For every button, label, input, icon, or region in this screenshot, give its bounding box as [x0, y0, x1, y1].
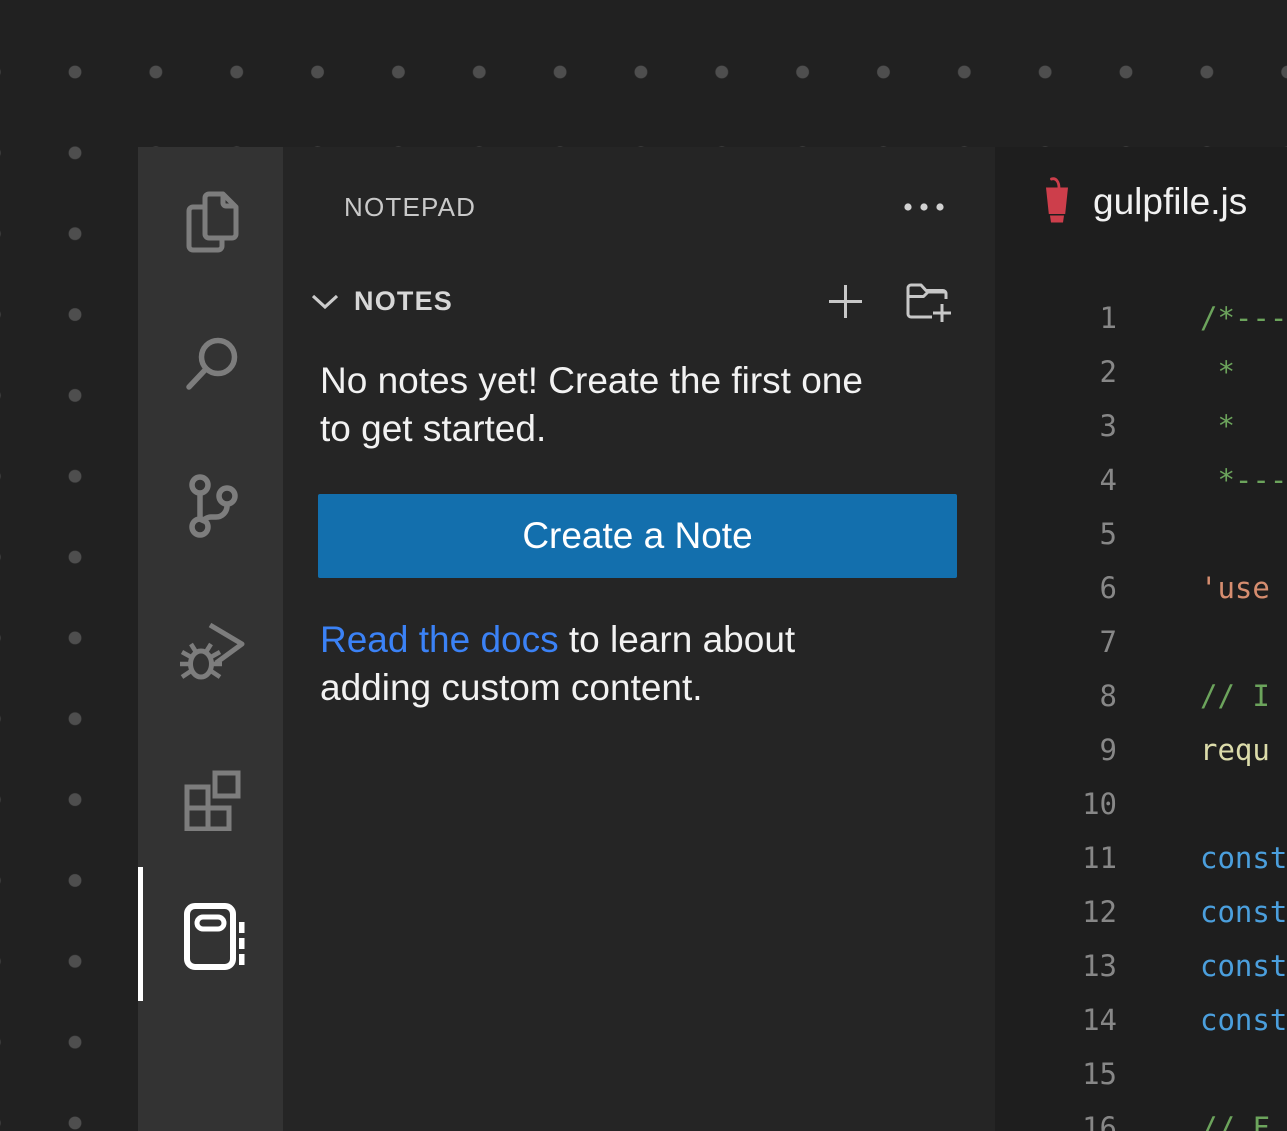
- line-number: 3: [995, 409, 1117, 443]
- line-number: 15: [995, 1057, 1117, 1091]
- code-text: const: [1117, 895, 1287, 929]
- code-text: /*--------: [1117, 301, 1287, 335]
- code-area[interactable]: 1/*--------2 *3 *4 *--------56'use78// I…: [995, 291, 1287, 1131]
- tab-filename: gulpfile.js: [1093, 181, 1247, 223]
- docs-text-rest: to learn about: [559, 619, 796, 660]
- code-line[interactable]: 4 *--------: [995, 453, 1287, 507]
- activity-item-search[interactable]: [138, 308, 283, 418]
- gulp-icon: [1039, 176, 1075, 228]
- sidebar-title: NOTEPAD: [344, 192, 476, 223]
- extensions-icon: [173, 755, 249, 831]
- line-number: 10: [995, 787, 1117, 821]
- empty-state-line-2: to get started.: [320, 405, 863, 453]
- code-line[interactable]: 2 *: [995, 345, 1287, 399]
- code-line[interactable]: 5: [995, 507, 1287, 561]
- read-docs-link[interactable]: Read the docs: [320, 619, 559, 660]
- activity-item-notepad[interactable]: [138, 880, 283, 990]
- code-text: const: [1117, 949, 1287, 983]
- source-control-icon: [174, 469, 248, 543]
- code-text: // I: [1117, 679, 1270, 713]
- activity-item-extensions[interactable]: [138, 738, 283, 848]
- new-note-icon[interactable]: [827, 283, 864, 320]
- line-number: 13: [995, 949, 1117, 983]
- line-number: 16: [995, 1111, 1117, 1131]
- line-number: 5: [995, 517, 1117, 551]
- code-text: requ: [1117, 733, 1270, 767]
- activity-item-run-debug[interactable]: [138, 595, 283, 705]
- empty-state-message: No notes yet! Create the first one to ge…: [320, 357, 863, 453]
- notes-section-header[interactable]: NOTES: [310, 280, 954, 322]
- notes-section-label: NOTES: [354, 286, 453, 317]
- line-number: 12: [995, 895, 1117, 929]
- activity-item-source-control[interactable]: [138, 451, 283, 561]
- docs-line-1: Read the docs to learn about: [320, 616, 795, 664]
- line-number: 14: [995, 1003, 1117, 1037]
- line-number: 4: [995, 463, 1117, 497]
- code-line[interactable]: 11const: [995, 831, 1287, 885]
- notebook-icon: [173, 896, 249, 974]
- activity-bar: [138, 147, 283, 1131]
- code-line[interactable]: 10: [995, 777, 1287, 831]
- empty-state-line-1: No notes yet! Create the first one: [320, 357, 863, 405]
- code-line[interactable]: 3 *: [995, 399, 1287, 453]
- line-number: 11: [995, 841, 1117, 875]
- code-text: // F: [1117, 1111, 1270, 1131]
- code-text: const: [1117, 1003, 1287, 1037]
- sidebar-header: NOTEPAD: [344, 183, 945, 231]
- more-actions-icon[interactable]: [903, 202, 945, 212]
- editor-panel: gulpfile.js 1/*--------2 *3 *4 *--------…: [995, 147, 1287, 1131]
- line-number: 8: [995, 679, 1117, 713]
- files-icon: [174, 182, 248, 256]
- line-number: 1: [995, 301, 1117, 335]
- docs-line-2: adding custom content.: [320, 664, 795, 712]
- line-number: 2: [995, 355, 1117, 389]
- code-line[interactable]: 13const: [995, 939, 1287, 993]
- code-text: const: [1117, 841, 1287, 875]
- code-text: *--------: [1117, 463, 1287, 497]
- code-line[interactable]: 15: [995, 1047, 1287, 1101]
- dotted-background: NOTEPAD NOTES No notes yet! Cre: [0, 0, 1287, 1131]
- line-number: 9: [995, 733, 1117, 767]
- code-text: *: [1117, 409, 1235, 443]
- search-icon: [174, 326, 248, 400]
- create-note-button[interactable]: Create a Note: [318, 494, 957, 578]
- code-line[interactable]: 1/*--------: [995, 291, 1287, 345]
- line-number: 6: [995, 571, 1117, 605]
- tab-gulpfile[interactable]: gulpfile.js: [1039, 171, 1247, 233]
- code-line[interactable]: 14const: [995, 993, 1287, 1047]
- code-line[interactable]: 12const: [995, 885, 1287, 939]
- code-line[interactable]: 9requ: [995, 723, 1287, 777]
- debug-icon: [174, 613, 248, 687]
- line-number: 7: [995, 625, 1117, 659]
- activity-item-explorer[interactable]: [138, 164, 283, 274]
- code-line[interactable]: 6'use: [995, 561, 1287, 615]
- code-line[interactable]: 8// I: [995, 669, 1287, 723]
- new-folder-icon[interactable]: [904, 277, 954, 325]
- code-text: *: [1117, 355, 1235, 389]
- code-line[interactable]: 16// F: [995, 1101, 1287, 1131]
- code-line[interactable]: 7: [995, 615, 1287, 669]
- code-text: 'use: [1117, 571, 1270, 605]
- sidebar-panel: NOTEPAD NOTES No notes yet! Cre: [283, 147, 995, 1131]
- chevron-down-icon[interactable]: [310, 291, 340, 311]
- docs-paragraph: Read the docs to learn about adding cust…: [320, 616, 795, 712]
